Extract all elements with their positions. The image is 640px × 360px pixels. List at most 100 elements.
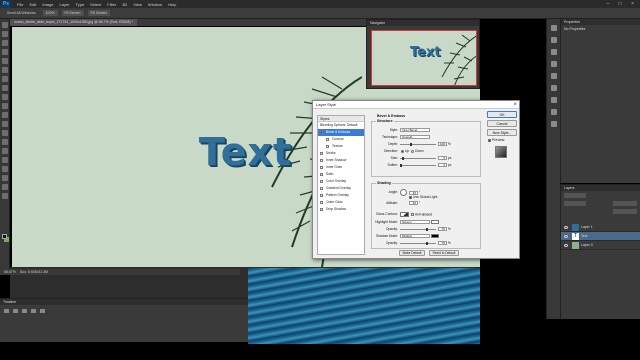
type-tool-icon[interactable] xyxy=(2,157,8,163)
shadow-mode-dropdown[interactable]: Multiply xyxy=(400,234,430,239)
menu-layer[interactable]: Layer xyxy=(59,2,69,7)
depth-slider[interactable] xyxy=(400,142,436,146)
swatches-icon[interactable] xyxy=(551,61,557,67)
soften-input[interactable]: 0 xyxy=(438,163,447,168)
preview-label[interactable]: Preview xyxy=(492,138,504,142)
style-checkbox[interactable] xyxy=(326,145,329,148)
altitude-input[interactable]: 30 xyxy=(409,201,418,206)
adjustments-icon[interactable] xyxy=(551,73,557,79)
zoom-100-button[interactable]: 100% xyxy=(42,10,58,16)
pen-tool-icon[interactable] xyxy=(2,148,8,154)
visibility-eye-icon[interactable] xyxy=(564,244,568,247)
visibility-eye-icon[interactable] xyxy=(564,235,568,238)
style-item-texture[interactable]: Texture xyxy=(318,143,364,150)
style-item-color-overlay[interactable]: Color Overlay xyxy=(318,178,364,185)
angle-dial-icon[interactable] xyxy=(400,189,407,196)
size-input[interactable]: 5 xyxy=(438,156,447,161)
menu-view[interactable]: View xyxy=(133,2,142,7)
window-controls[interactable]: – □ × xyxy=(607,1,639,7)
brush-tool-icon[interactable] xyxy=(2,85,8,91)
hand-tool-icon[interactable] xyxy=(2,184,8,190)
brushes-icon[interactable] xyxy=(551,121,557,127)
play-icon[interactable] xyxy=(22,309,27,313)
style-checkbox[interactable] xyxy=(320,173,323,176)
reset-default-button[interactable]: Reset to Default xyxy=(429,250,459,256)
soften-slider[interactable] xyxy=(400,163,436,167)
history-brush-tool-icon[interactable] xyxy=(2,103,8,109)
layer-filter-dropdown[interactable] xyxy=(564,193,586,198)
direction-down-label[interactable]: Down xyxy=(415,149,423,153)
layer-row-text[interactable]: T Text xyxy=(561,232,640,241)
menu-select[interactable]: Select xyxy=(90,2,101,7)
style-item-satin[interactable]: Satin xyxy=(318,171,364,178)
size-slider-knob[interactable] xyxy=(402,156,404,160)
navigator-title[interactable]: Navigator xyxy=(367,20,479,26)
style-item-outer-glow[interactable]: Outer Glow xyxy=(318,199,364,206)
angle-input[interactable]: 30 xyxy=(409,190,418,195)
layer-name[interactable]: Layer 1 xyxy=(581,225,593,229)
style-item-contour[interactable]: Contour xyxy=(318,136,364,143)
style-dropdown[interactable]: Inner Bevel xyxy=(400,128,430,133)
gloss-contour-picker[interactable] xyxy=(400,212,409,217)
preview-checkbox[interactable] xyxy=(488,138,491,142)
fill-screen-button[interactable]: Fill Screen xyxy=(87,10,111,16)
menu-image[interactable]: Image xyxy=(42,2,53,7)
depth-input[interactable]: 100 xyxy=(438,142,447,147)
new-style-button[interactable]: New Style... xyxy=(487,129,517,136)
healing-tool-icon[interactable] xyxy=(2,76,8,82)
zoom-level[interactable]: 66.67% xyxy=(4,270,16,274)
layers-title[interactable]: Layers xyxy=(561,185,640,191)
scroll-all-windows-checkbox[interactable]: Scroll All Windows xyxy=(4,10,39,16)
gradient-tool-icon[interactable] xyxy=(2,121,8,127)
navigator-thumbnail[interactable]: Text xyxy=(371,30,477,86)
lasso-tool-icon[interactable] xyxy=(2,40,8,46)
style-checkbox[interactable] xyxy=(320,152,323,155)
dodge-tool-icon[interactable] xyxy=(2,139,8,145)
anti-aliased-label[interactable]: Anti-aliased xyxy=(415,212,432,216)
character-icon[interactable] xyxy=(551,97,557,103)
menu-edit[interactable]: Edit xyxy=(29,2,36,7)
highlight-mode-dropdown[interactable]: Screen xyxy=(400,220,430,225)
global-light-label[interactable]: Use Global Light xyxy=(413,195,437,199)
menu-3d[interactable]: 3D xyxy=(122,2,127,7)
style-checkbox[interactable] xyxy=(320,180,323,183)
make-default-button[interactable]: Make Default xyxy=(399,250,425,256)
visibility-eye-icon[interactable] xyxy=(564,226,568,229)
shadow-opacity-input[interactable]: 75 xyxy=(438,241,447,246)
style-item-pattern-overlay[interactable]: Pattern Overlay xyxy=(318,192,364,199)
fit-screen-button[interactable]: Fit Screen xyxy=(61,10,84,16)
style-checkbox[interactable] xyxy=(320,131,323,134)
blending-options-item[interactable]: Blending Options: Default xyxy=(318,122,364,129)
layer-row-1[interactable]: Layer 1 xyxy=(561,223,640,232)
timeline-title[interactable]: Timeline xyxy=(0,299,248,305)
move-tool-icon[interactable] xyxy=(2,22,8,28)
style-item-stroke[interactable]: Stroke xyxy=(318,150,364,157)
style-item-gradient-overlay[interactable]: Gradient Overlay xyxy=(318,185,364,192)
highlight-opacity-slider[interactable] xyxy=(400,227,436,231)
quick-select-tool-icon[interactable] xyxy=(2,49,8,55)
eyedropper-tool-icon[interactable] xyxy=(2,67,8,73)
highlight-color-swatch[interactable] xyxy=(430,220,439,225)
size-slider[interactable] xyxy=(400,156,436,160)
anti-aliased-checkbox[interactable] xyxy=(410,213,414,216)
highlight-opacity-input[interactable]: 75 xyxy=(438,227,447,232)
document-tab[interactable]: ocean_desire_wide_tropic_171742_1920x108… xyxy=(10,19,138,26)
shape-tool-icon[interactable] xyxy=(2,175,8,181)
path-select-tool-icon[interactable] xyxy=(2,166,8,172)
stamp-tool-icon[interactable] xyxy=(2,94,8,100)
style-checkbox[interactable] xyxy=(326,138,329,141)
color-icon[interactable] xyxy=(551,49,557,55)
ok-button[interactable]: OK xyxy=(487,111,517,118)
direction-down-radio[interactable] xyxy=(411,149,415,153)
menu-file[interactable]: File xyxy=(17,2,23,7)
menu-type[interactable]: Type xyxy=(76,2,85,7)
style-item-drop-shadow[interactable]: Drop Shadow xyxy=(318,206,364,213)
layer-row-0[interactable]: Layer 0 xyxy=(561,241,640,250)
styles-icon[interactable] xyxy=(551,85,557,91)
shadow-opacity-knob[interactable] xyxy=(426,241,428,245)
direction-up-radio[interactable] xyxy=(401,149,404,153)
highlight-opacity-knob[interactable] xyxy=(426,227,428,231)
opacity-field[interactable] xyxy=(613,201,637,206)
history-icon[interactable] xyxy=(551,25,557,31)
blur-tool-icon[interactable] xyxy=(2,130,8,136)
